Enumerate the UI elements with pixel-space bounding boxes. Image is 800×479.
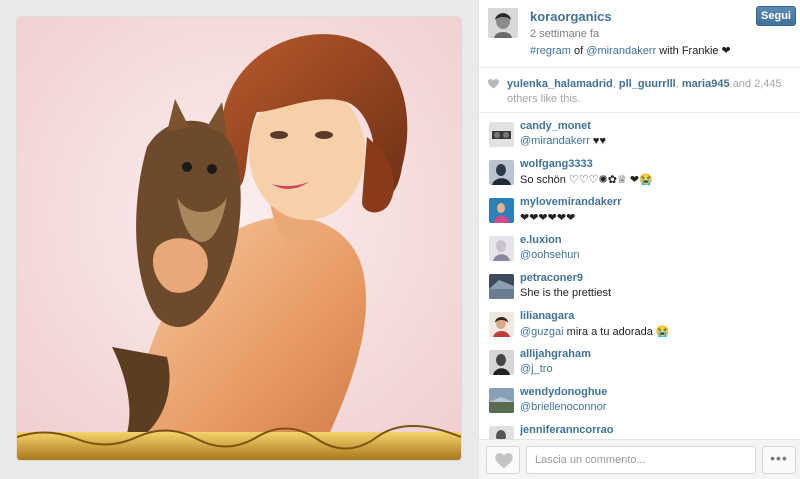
comment-text: ❤❤❤❤❤❤ [520, 211, 575, 224]
avatar-icon [489, 426, 514, 439]
commenter-avatar[interactable] [489, 312, 514, 337]
comments-list[interactable]: candy_monet @mirandakerr ♥♥ wolfgang3333… [479, 114, 800, 439]
avatar-icon [489, 198, 514, 223]
comment-text: So schön ♡♡♡✺✿♕ ❤😭 [520, 173, 653, 186]
commenter-username[interactable]: wolfgang3333 [520, 158, 593, 170]
likes-and: and [732, 78, 752, 90]
likes-count[interactable]: 2,445 [754, 78, 782, 90]
commenter-avatar[interactable] [489, 198, 514, 223]
comment-item: candy_monet @mirandakerr ♥♥ [479, 116, 800, 153]
avatar-icon [489, 274, 514, 299]
comment-mention[interactable]: @j_tro [520, 363, 553, 375]
commenter-username[interactable]: petraconer9 [520, 272, 583, 284]
comment-body: mira a tu adorada 😭 [566, 326, 670, 338]
commenter-username[interactable]: wendydonoghue [520, 386, 607, 398]
caption-hashtag[interactable]: #regram [530, 45, 571, 57]
likes-section: yulenka_halamadrid, pll_guurrlll, maria9… [479, 69, 800, 113]
likes-suffix: others like this. [507, 93, 581, 105]
like-button[interactable] [486, 446, 520, 474]
post-details-panel: koraorganics 2 settimane fa #regram of @… [478, 0, 800, 479]
post-photo[interactable] [17, 17, 461, 460]
liker-link[interactable]: pll_guurrlll [619, 78, 676, 90]
comment-item: wolfgang3333 So schön ♡♡♡✺✿♕ ❤😭 [479, 154, 800, 191]
commenter-avatar[interactable] [489, 160, 514, 185]
comment-mention[interactable]: @briellenoconnor [520, 401, 606, 413]
commenter-username[interactable]: mylovemirandakerr [520, 196, 622, 208]
avatar-icon [489, 160, 514, 185]
comment-body: ❤❤❤❤❤❤ [520, 212, 576, 224]
commenter-avatar[interactable] [489, 236, 514, 261]
commenter-username[interactable]: allijahgraham [520, 348, 591, 360]
comment-item: lilianagara @guzgai mira a tu adorada 😭 [479, 306, 800, 343]
more-options-button[interactable]: ••• [762, 446, 796, 474]
comment-text: @briellenoconnor [520, 401, 606, 413]
caption-mention[interactable]: @mirandakerr [586, 45, 656, 57]
comment-mention[interactable]: @mirandakerr [520, 135, 590, 147]
comment-item: allijahgraham @j_tro [479, 344, 800, 381]
liker-link[interactable]: maria945 [682, 78, 730, 90]
caption-of: of [574, 45, 584, 57]
comment-body: ♥♥ [592, 135, 606, 147]
liker-link[interactable]: yulenka_halamadrid [507, 78, 613, 90]
comment-item: petraconer9 She is the prettiest [479, 268, 800, 305]
commenter-username[interactable]: jenniferanncorrao [520, 424, 614, 436]
commenter-avatar[interactable] [489, 122, 514, 147]
likes-summary: yulenka_halamadrid, pll_guurrlll, maria9… [507, 78, 782, 105]
avatar-icon [489, 122, 514, 147]
comment-footer: ••• [479, 439, 800, 479]
ellipsis-icon: ••• [770, 450, 788, 466]
avatar-icon [489, 312, 514, 337]
comment-text: @mirandakerr ♥♥ [520, 135, 606, 147]
commenter-username[interactable]: e.luxion [520, 234, 562, 246]
commenter-avatar[interactable] [489, 388, 514, 413]
follow-button[interactable]: Segui [756, 6, 796, 26]
heart-icon [488, 79, 499, 89]
comment-mention[interactable]: @oohsehun [520, 249, 580, 261]
comment-item: e.luxion @oohsehun [479, 230, 800, 267]
comment-text: She is the prettiest [520, 287, 611, 299]
commenter-username[interactable]: candy_monet [520, 120, 591, 132]
post-timestamp: 2 settimane fa [530, 28, 600, 40]
comment-mention[interactable]: @guzgai [520, 326, 564, 338]
comment-input[interactable] [526, 446, 756, 474]
caption-text: with Frankie ❤ [659, 45, 731, 57]
avatar-icon [489, 236, 514, 261]
comment-text: @j_tro [520, 363, 553, 375]
commenter-avatar[interactable] [489, 426, 514, 439]
owner-avatar[interactable] [488, 8, 518, 38]
owner-username[interactable]: koraorganics [530, 9, 612, 24]
commenter-avatar[interactable] [489, 350, 514, 375]
commenter-avatar[interactable] [489, 274, 514, 299]
comment-item: jenniferanncorrao [479, 420, 800, 439]
comment-text: @guzgai mira a tu adorada 😭 [520, 325, 670, 338]
owner-avatar-icon [488, 8, 518, 38]
comment-item: mylovemirandakerr ❤❤❤❤❤❤ [479, 192, 800, 229]
post-caption: #regram of @mirandakerr with Frankie ❤ [530, 44, 731, 57]
avatar-icon [489, 388, 514, 413]
heart-icon [495, 453, 513, 469]
comment-body: So schön ♡♡♡✺✿♕ ❤😭 [520, 174, 653, 186]
photo-illustration [17, 17, 461, 460]
post-header: koraorganics 2 settimane fa #regram of @… [479, 0, 800, 68]
comment-text: @oohsehun [520, 249, 580, 261]
comment-item: wendydonoghue @briellenoconnor [479, 382, 800, 419]
comment-body: She is the prettiest [520, 287, 612, 299]
avatar-icon [489, 350, 514, 375]
photo-panel [0, 0, 478, 479]
commenter-username[interactable]: lilianagara [520, 310, 574, 322]
